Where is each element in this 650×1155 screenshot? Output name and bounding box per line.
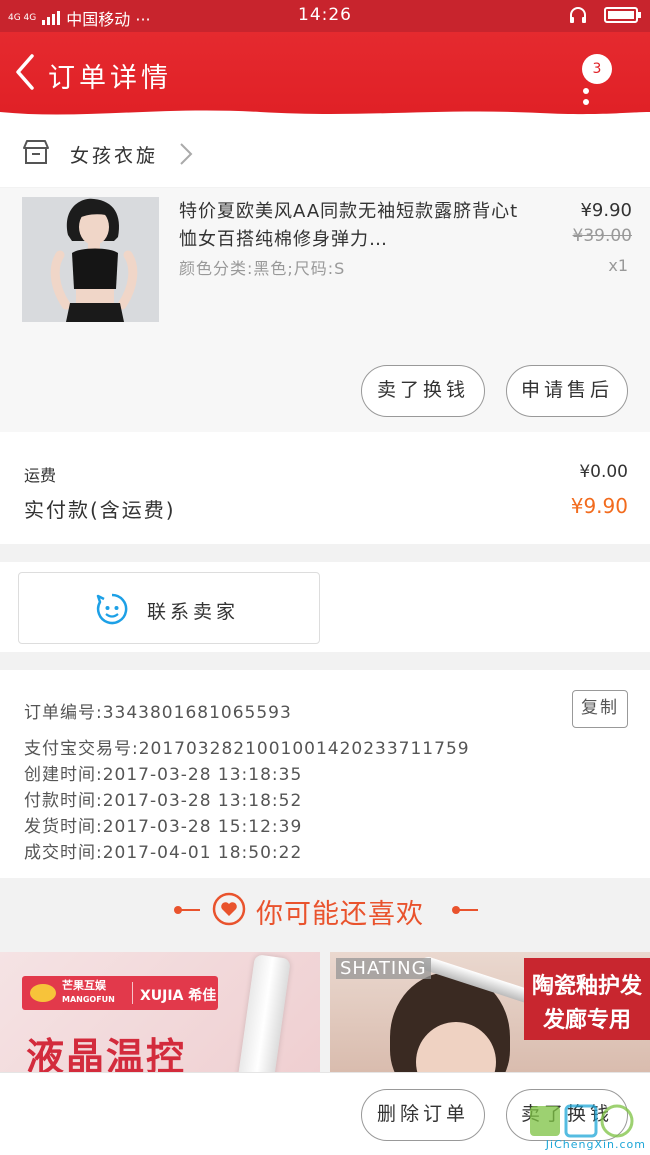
brand-separator (132, 982, 133, 1004)
order-number: 订单编号:3343801681065593 (24, 703, 292, 723)
after-sale-button[interactable]: 申请售后 (506, 365, 628, 417)
page-title: 订单详情 (48, 63, 172, 94)
headphone-icon (570, 7, 586, 23)
watermark-text: JiChengXin.com (545, 1138, 646, 1151)
model-photo-illustration (22, 197, 159, 322)
recommend-item[interactable]: SHATING 陶瓷釉护发 发廊专用 (330, 952, 650, 1072)
back-arrow-icon[interactable] (10, 52, 40, 92)
recommend-header: 你可能还喜欢 (0, 878, 650, 942)
heart-icon (212, 892, 246, 926)
tile-headline: 液晶温控 (26, 1035, 187, 1072)
status-time: 14:26 (298, 5, 352, 25)
product-original-price: ¥39.00 (572, 226, 632, 246)
divider-dot-left (174, 906, 182, 914)
sell-for-cash-button[interactable]: 卖了换钱 (361, 365, 485, 417)
contact-section: 联系卖家 (0, 562, 650, 652)
product-price: ¥9.90 (580, 200, 632, 221)
alipay-trade-number: 支付宝交易号:2017032821001001420233711759 (24, 739, 470, 759)
brand-two: XUJIA 希佳 (140, 988, 217, 1004)
created-time: 创建时间:2017-03-28 13:18:35 (24, 765, 303, 785)
status-bar: 4G 4G 中国移动 ··· 14:26 (0, 0, 650, 32)
shop-row[interactable]: 女孩衣旋 (0, 117, 650, 187)
site-watermark: JiChengXin.com (526, 1104, 646, 1154)
store-icon (23, 140, 49, 164)
product-image[interactable] (22, 197, 159, 322)
message-badge: 3 (582, 54, 612, 84)
shipping-label: 运费 (24, 466, 57, 485)
tile-tag: 陶瓷釉护发 发廊专用 (524, 958, 650, 1040)
hair-straightener-image (237, 954, 291, 1072)
recommend-item[interactable]: 芒果互娱 MANGOFUN XUJIA 希佳 液晶温控 (0, 952, 320, 1072)
chevron-right-icon (180, 143, 193, 165)
total-paid-label: 实付款(含运费) (24, 498, 176, 522)
recommend-title: 你可能还喜欢 (256, 899, 424, 930)
shipped-time: 发货时间:2017-03-28 15:12:39 (24, 817, 303, 837)
product-item: 特价夏欧美风AA同款无袖短款露脐背心t恤女百搭纯棉修身弹力… 颜色分类:黑色;尺… (0, 188, 650, 432)
copy-order-button[interactable]: 复制 (572, 690, 628, 728)
contact-seller-label: 联系卖家 (147, 601, 240, 623)
product-quantity: x1 (608, 256, 628, 275)
more-menu-button[interactable]: 3 (582, 44, 630, 105)
contact-seller-button[interactable]: 联系卖家 (18, 572, 320, 644)
order-info: 订单编号:3343801681065593 复制 支付宝交易号:20170328… (0, 670, 650, 878)
total-paid-value: ¥9.90 (570, 494, 628, 518)
completed-time: 成交时间:2017-04-01 18:50:22 (24, 843, 303, 863)
shop-name: 女孩衣旋 (70, 145, 159, 167)
payment-summary: 运费 ¥0.00 实付款(含运费) ¥9.90 (0, 432, 650, 544)
product-sku: 颜色分类:黑色;尺码:S (179, 259, 346, 278)
recommend-grid: 芒果互娱 MANGOFUN XUJIA 希佳 液晶温控 SHATING 陶瓷釉护发… (0, 952, 650, 1072)
brand-banner: 芒果互娱 MANGOFUN XUJIA 希佳 (22, 976, 218, 1010)
tile-brand: SHATING (336, 958, 431, 979)
battery-icon (604, 7, 641, 23)
watermark-logo-icon (530, 1104, 634, 1138)
brand-one: 芒果互娱 MANGOFUN (62, 979, 115, 1004)
product-title[interactable]: 特价夏欧美风AA同款无袖短款露脐背心t恤女百搭纯棉修身弹力… (179, 198, 519, 254)
status-right (568, 6, 641, 24)
shipping-value: ¥0.00 (579, 462, 628, 482)
paid-time: 付款时间:2017-03-28 13:18:52 (24, 791, 303, 811)
delete-order-button[interactable]: 删除订单 (361, 1089, 485, 1141)
divider-dot-right (452, 906, 460, 914)
brand-logo-icon (30, 984, 56, 1002)
nav-header: 订单详情 3 (0, 32, 650, 118)
chat-smiley-icon (96, 593, 128, 625)
